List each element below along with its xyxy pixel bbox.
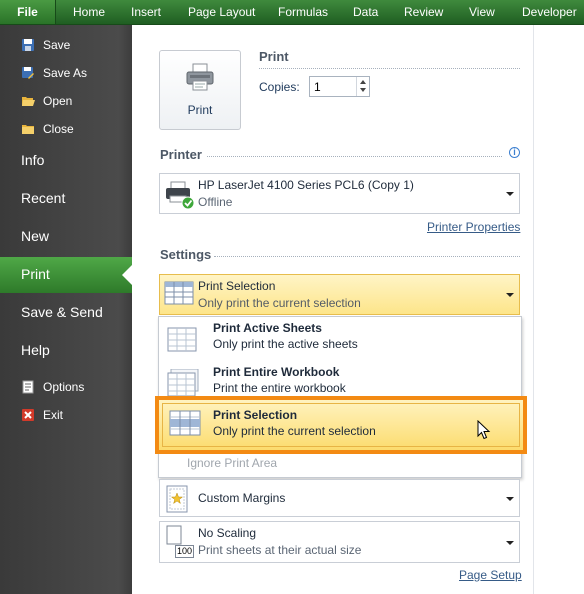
close-label: Close	[43, 122, 74, 136]
print-selection-icon	[164, 281, 194, 305]
scaling-icon-text: 100	[175, 545, 195, 558]
entire-workbook-icon	[167, 369, 199, 397]
tab-insert[interactable]: Insert	[131, 0, 161, 24]
scaling-title: No Scaling	[198, 526, 257, 540]
save-as-label: Save As	[43, 66, 88, 80]
options-icon	[22, 380, 34, 394]
save-label: Save	[43, 38, 71, 52]
nav-save-send[interactable]: Save & Send	[0, 295, 132, 331]
open-folder-icon	[22, 97, 35, 106]
mouse-cursor-icon	[477, 420, 491, 440]
margins-label: Custom Margins	[198, 491, 286, 505]
print-button-label: Print	[187, 103, 213, 117]
spin-up-icon[interactable]	[360, 80, 366, 84]
nav-help[interactable]: Help	[0, 333, 132, 369]
print-button[interactable]: Print	[159, 50, 241, 130]
info-icon[interactable]: i	[509, 147, 520, 158]
backstage-nav: Save Save As Open Close Info Recent New …	[0, 25, 132, 594]
tab-view[interactable]: View	[469, 0, 495, 24]
copies-label: Copies:	[259, 80, 300, 94]
save-icon	[22, 39, 34, 51]
nav-recent-label: Recent	[21, 190, 66, 206]
active-sheets-icon	[167, 327, 197, 352]
scaling-desc: Print sheets at their actual size	[198, 543, 362, 557]
preview-divider	[533, 25, 534, 594]
page-setup-link[interactable]: Page Setup	[459, 568, 522, 582]
ribbon-tab-bar: File Home Insert Page Layout Formulas Da…	[0, 0, 584, 25]
option-title: Print Active Sheets	[213, 321, 322, 335]
selected-option-desc: Only print the current selection	[198, 296, 361, 310]
chevron-down-icon	[506, 192, 514, 196]
exit-command[interactable]: Exit	[0, 403, 132, 427]
settings-heading-rule	[214, 256, 520, 257]
copies-value: 1	[314, 80, 321, 94]
nav-new[interactable]: New	[0, 219, 132, 255]
chevron-down-icon	[506, 497, 514, 501]
printer-name: HP LaserJet 4100 Series PCL6 (Copy 1)	[198, 178, 414, 192]
scaling-icon: 100	[164, 525, 195, 561]
option-print-selection[interactable]: Print Selection Only print the current s…	[155, 396, 527, 454]
save-as-command[interactable]: Save As	[0, 61, 132, 85]
print-selection-option-icon	[169, 410, 201, 436]
tab-formulas[interactable]: Formulas	[278, 0, 328, 24]
spin-down-icon[interactable]	[360, 88, 366, 92]
option-desc: Print the entire workbook	[213, 381, 346, 395]
close-folder-icon	[22, 125, 34, 134]
save-command[interactable]: Save	[0, 33, 132, 57]
ignore-print-area[interactable]: Ignore Print Area	[187, 456, 277, 470]
nav-new-label: New	[21, 228, 50, 244]
open-command[interactable]: Open	[0, 89, 132, 113]
printer-heading-rule	[207, 156, 502, 157]
nav-info-label: Info	[21, 152, 45, 168]
save-as-icon	[22, 67, 34, 79]
printer-icon	[186, 63, 214, 91]
open-label: Open	[43, 94, 73, 108]
printer-status-icon	[166, 181, 195, 210]
copies-spinner[interactable]	[356, 77, 369, 96]
copies-stepper[interactable]: 1	[309, 76, 370, 97]
exit-label: Exit	[43, 408, 64, 422]
print-heading: Print	[259, 49, 289, 64]
settings-heading: Settings	[160, 247, 212, 262]
tab-file[interactable]: File	[0, 0, 56, 24]
nav-print[interactable]: Print	[0, 257, 132, 293]
options-label: Options	[43, 380, 85, 394]
scaling-dropdown[interactable]: 100 No Scaling Print sheets at their act…	[159, 521, 520, 563]
margins-dropdown[interactable]: Custom Margins	[159, 479, 520, 517]
chevron-down-icon	[506, 541, 514, 545]
option-title: Print Selection	[213, 408, 298, 422]
exit-icon	[22, 409, 34, 421]
tab-review[interactable]: Review	[404, 0, 443, 24]
tab-page-layout[interactable]: Page Layout	[188, 0, 255, 24]
tab-data[interactable]: Data	[353, 0, 378, 24]
option-title: Print Entire Workbook	[213, 365, 340, 379]
printer-dropdown[interactable]: HP LaserJet 4100 Series PCL6 (Copy 1) Of…	[159, 173, 520, 214]
selected-option-title: Print Selection	[198, 279, 276, 293]
tab-home[interactable]: Home	[73, 0, 105, 24]
close-command[interactable]: Close	[0, 117, 132, 141]
chevron-down-icon	[506, 293, 514, 297]
margins-icon	[166, 485, 188, 513]
nav-recent[interactable]: Recent	[0, 181, 132, 217]
option-desc: Only print the current selection	[213, 424, 376, 438]
tab-developer[interactable]: Developer	[522, 0, 577, 24]
nav-save-send-label: Save & Send	[21, 304, 103, 320]
page-icon	[166, 525, 182, 545]
option-print-active-sheets[interactable]: Print Active Sheets Only print the activ…	[159, 317, 521, 361]
options-command[interactable]: Options	[0, 375, 132, 399]
nav-info[interactable]: Info	[0, 143, 132, 179]
printer-heading: Printer	[160, 147, 202, 162]
printer-status: Offline	[198, 195, 233, 209]
nav-print-label: Print	[21, 266, 50, 282]
nav-help-label: Help	[21, 342, 50, 358]
option-desc: Only print the active sheets	[213, 337, 358, 351]
print-heading-rule	[259, 68, 520, 69]
printer-properties-link[interactable]: Printer Properties	[427, 220, 520, 234]
print-what-dropdown[interactable]: Print Selection Only print the current s…	[159, 274, 520, 315]
